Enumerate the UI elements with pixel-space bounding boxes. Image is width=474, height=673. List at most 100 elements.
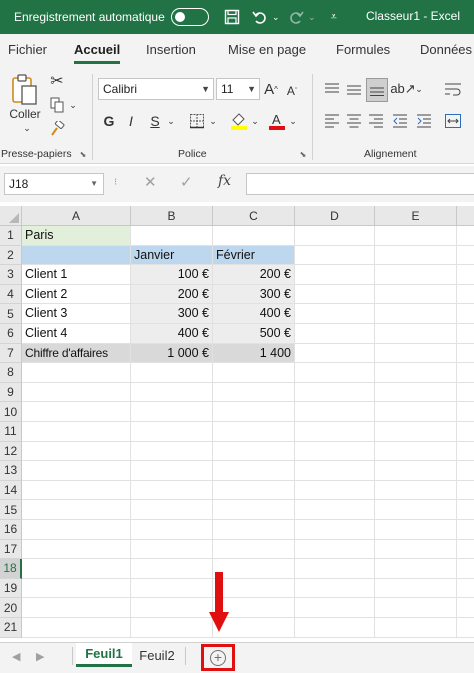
empty-cell[interactable]: [375, 422, 457, 442]
empty-cell[interactable]: [375, 226, 457, 246]
empty-cell[interactable]: [457, 344, 474, 364]
underline-button[interactable]: S: [146, 110, 164, 132]
empty-cell[interactable]: [375, 284, 457, 305]
cell-b2[interactable]: Janvier: [131, 245, 213, 266]
empty-cell[interactable]: [213, 441, 295, 462]
copy-icon[interactable]: [46, 94, 68, 116]
empty-cell[interactable]: [375, 343, 457, 364]
empty-cell[interactable]: [375, 618, 457, 638]
row-header-4[interactable]: 4: [0, 284, 22, 305]
tab-fichier[interactable]: Fichier: [8, 42, 47, 57]
row-header-14[interactable]: 14: [0, 480, 22, 501]
row-header-8[interactable]: 8: [0, 363, 22, 383]
empty-cell[interactable]: [457, 246, 474, 266]
paste-icon[interactable]: [8, 70, 42, 110]
empty-cell[interactable]: [295, 402, 375, 422]
column-header-b[interactable]: B: [131, 206, 213, 226]
empty-cell[interactable]: [213, 382, 295, 403]
empty-cell[interactable]: [295, 559, 375, 579]
empty-cell[interactable]: [213, 422, 295, 442]
insert-function-icon[interactable]: fx: [218, 173, 231, 189]
empty-cell[interactable]: [295, 226, 375, 246]
column-header-e[interactable]: E: [375, 206, 457, 226]
empty-cell[interactable]: [457, 579, 474, 599]
empty-cell[interactable]: [22, 539, 131, 560]
empty-cell[interactable]: [22, 402, 131, 422]
empty-cell[interactable]: [295, 441, 375, 462]
autosave-toggle[interactable]: [170, 8, 209, 26]
empty-cell[interactable]: [457, 402, 474, 422]
font-size-combo[interactable]: 11 ▼: [216, 78, 260, 100]
empty-cell[interactable]: [295, 520, 375, 540]
empty-cell[interactable]: [375, 245, 457, 266]
row-header-18[interactable]: 18: [0, 559, 22, 579]
empty-cell[interactable]: [375, 480, 457, 501]
cell-c4[interactable]: 300 €: [213, 284, 295, 305]
empty-cell[interactable]: [457, 363, 474, 383]
row-header-16[interactable]: 16: [0, 520, 22, 540]
empty-cell[interactable]: [375, 559, 457, 579]
empty-cell[interactable]: [213, 559, 295, 579]
paste-label[interactable]: Coller: [8, 106, 42, 122]
decrease-font-icon[interactable]: Aˇ: [284, 80, 300, 102]
empty-cell[interactable]: [295, 265, 375, 285]
row-header-12[interactable]: 12: [0, 441, 22, 462]
redo-icon[interactable]: [285, 6, 307, 28]
empty-cell[interactable]: [213, 363, 295, 383]
empty-cell[interactable]: [457, 559, 474, 579]
redo-dropdown-icon[interactable]: ⌄: [307, 6, 317, 28]
empty-cell[interactable]: [213, 578, 295, 599]
row-header-7[interactable]: 7: [0, 343, 22, 364]
align-top-icon[interactable]: [322, 78, 342, 100]
cell-c6[interactable]: 500 €: [213, 324, 295, 344]
empty-cell[interactable]: [375, 461, 457, 481]
column-header-f[interactable]: [457, 206, 474, 226]
empty-cell[interactable]: [22, 422, 131, 442]
cell-c5[interactable]: 400 €: [213, 304, 295, 324]
row-header-20[interactable]: 20: [0, 598, 22, 618]
cell-c2[interactable]: Février: [213, 245, 295, 266]
empty-cell[interactable]: [375, 441, 457, 462]
prev-sheet-icon[interactable]: ◀: [12, 650, 20, 663]
empty-cell[interactable]: [295, 500, 375, 520]
empty-cell[interactable]: [457, 481, 474, 501]
row-header-15[interactable]: 15: [0, 500, 22, 520]
empty-cell[interactable]: [375, 598, 457, 618]
empty-cell[interactable]: [295, 578, 375, 599]
empty-cell[interactable]: [375, 304, 457, 324]
cell-b4[interactable]: 200 €: [131, 284, 213, 305]
empty-cell[interactable]: [295, 363, 375, 383]
cell-a4[interactable]: Client 2: [22, 284, 131, 305]
column-header-d[interactable]: D: [295, 206, 375, 226]
empty-cell[interactable]: [213, 539, 295, 560]
empty-cell[interactable]: [213, 500, 295, 520]
fill-color-icon[interactable]: [228, 110, 250, 132]
empty-cell[interactable]: [457, 383, 474, 403]
empty-cell[interactable]: [213, 520, 295, 540]
empty-cell[interactable]: [375, 324, 457, 344]
cell-b6[interactable]: 400 €: [131, 324, 213, 344]
empty-cell[interactable]: [375, 265, 457, 285]
empty-cell[interactable]: [131, 441, 213, 462]
empty-cell[interactable]: [213, 226, 295, 246]
font-color-icon[interactable]: A: [266, 110, 288, 132]
row-header-1[interactable]: 1: [0, 226, 22, 246]
row-header-10[interactable]: 10: [0, 402, 22, 422]
empty-cell[interactable]: [22, 500, 131, 520]
empty-cell[interactable]: [457, 285, 474, 305]
row-header-17[interactable]: 17: [0, 539, 22, 560]
empty-cell[interactable]: [457, 265, 474, 285]
empty-cell[interactable]: [131, 382, 213, 403]
empty-cell[interactable]: [22, 382, 131, 403]
empty-cell[interactable]: [131, 461, 213, 481]
empty-cell[interactable]: [22, 480, 131, 501]
confirm-icon[interactable]: ✓: [180, 173, 193, 191]
row-header-3[interactable]: 3: [0, 265, 22, 285]
cell-c7[interactable]: 1 400: [213, 343, 295, 364]
paste-dropdown-icon[interactable]: ⌄: [22, 122, 32, 134]
empty-cell[interactable]: [295, 382, 375, 403]
empty-cell[interactable]: [457, 520, 474, 540]
row-header-5[interactable]: 5: [0, 304, 22, 324]
empty-cell[interactable]: [131, 480, 213, 501]
empty-cell[interactable]: [131, 402, 213, 422]
